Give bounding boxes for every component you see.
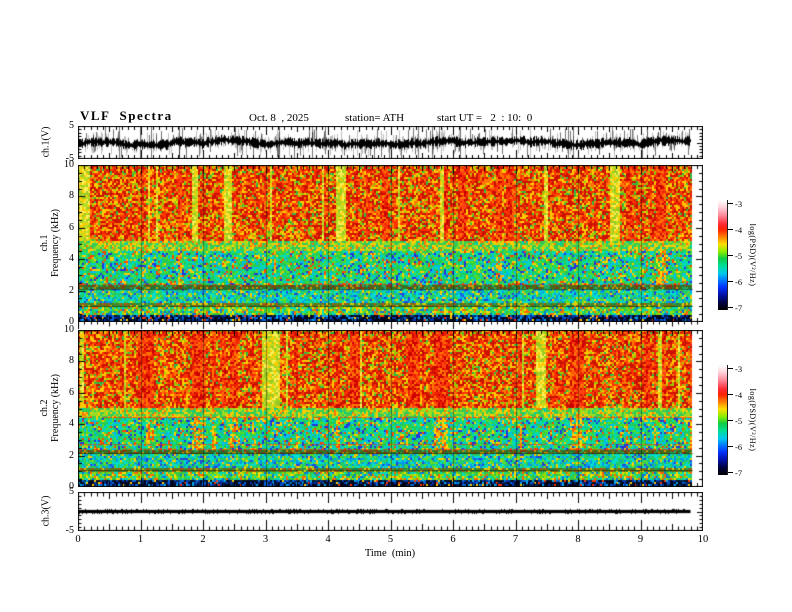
date-label: Oct. 8 , 2025 bbox=[249, 112, 309, 124]
colorbar-tick-mark bbox=[728, 394, 733, 395]
colorbar-tick-label: -5 bbox=[735, 251, 743, 261]
colorbar-tick-label: -4 bbox=[735, 225, 743, 235]
x-tick-label: 8 bbox=[575, 534, 581, 545]
colorbar-tick-mark bbox=[728, 307, 733, 308]
colorbar-tick-label: -4 bbox=[735, 390, 743, 400]
ch1-frequency-axis-label: ch.1 Frequency (kHz) bbox=[39, 209, 61, 277]
y-tick-label: 2 bbox=[69, 449, 74, 461]
x-tick-label: 1 bbox=[137, 534, 144, 545]
colorbar-tick-mark bbox=[728, 472, 733, 473]
colorbar-tick-mark bbox=[728, 203, 733, 204]
ch3-voltage-axis-label: ch.3(V) bbox=[40, 495, 52, 527]
y-tick-label: 10 bbox=[64, 324, 74, 335]
y-tick-label: 8 bbox=[69, 355, 74, 367]
x-tick-label: 10 bbox=[697, 534, 709, 545]
colorbar-tick-mark bbox=[728, 420, 733, 421]
ch2-frequency-axis-label: ch.2 Frequency (kHz) bbox=[39, 374, 61, 442]
start-time-label: start UT = 2 : 10: 0 bbox=[437, 112, 533, 124]
x-tick-label: 2 bbox=[200, 534, 206, 545]
colorbar-tick-mark bbox=[728, 255, 733, 256]
x-tick-label: 9 bbox=[637, 534, 644, 545]
colorbar-tick-mark bbox=[728, 368, 733, 369]
y-tick-label: -5 bbox=[65, 153, 74, 164]
colorbar-tick-mark bbox=[728, 446, 733, 447]
y-tick-label: -5 bbox=[65, 525, 74, 536]
colorbar-tick-label: -3 bbox=[735, 364, 743, 374]
inter-panel-tick-strip bbox=[78, 322, 703, 330]
y-tick-label: 2 bbox=[69, 284, 74, 296]
vlf-spectra-figure: VLF Spectra Oct. 8 , 2025 station= ATH s… bbox=[0, 0, 792, 612]
ch1-axis-label-line2: Frequency (kHz) bbox=[50, 208, 61, 278]
colorbar-ch1 bbox=[718, 200, 728, 310]
station-label: station= ATH bbox=[345, 112, 405, 124]
ch1-spectrogram-canvas bbox=[78, 165, 703, 322]
y-tick-label: 5 bbox=[69, 486, 74, 497]
x-tick-label: 4 bbox=[325, 534, 331, 545]
colorbar-tick-label: -7 bbox=[735, 468, 743, 478]
y-tick-label: 5 bbox=[69, 120, 74, 131]
y-tick-label: 6 bbox=[69, 386, 74, 398]
ch2-spectrogram-canvas bbox=[78, 330, 703, 487]
x-tick-label: 3 bbox=[262, 534, 269, 545]
y-tick-label: 6 bbox=[69, 221, 74, 233]
ch3-waveform-canvas bbox=[78, 492, 703, 531]
x-tick-label: 7 bbox=[512, 534, 519, 545]
ch1-waveform-canvas bbox=[78, 126, 703, 159]
time-axis-label: Time (min) bbox=[364, 548, 416, 559]
colorbar-tick-label: -3 bbox=[735, 199, 743, 209]
colorbar-tick-label: -5 bbox=[735, 416, 743, 426]
ch2-axis-label-line2: Frequency (kHz) bbox=[50, 373, 61, 443]
ch1-voltage-axis-label: ch.1(V) bbox=[40, 126, 52, 158]
colorbar-ch2 bbox=[718, 365, 728, 475]
colorbar-tick-label: -7 bbox=[735, 303, 743, 313]
y-tick-label: 4 bbox=[69, 253, 74, 265]
x-tick-label: 0 bbox=[75, 534, 81, 545]
colorbar-tick-mark bbox=[728, 281, 733, 282]
colorbar-tick-label: -6 bbox=[735, 442, 743, 452]
figure-title: VLF Spectra bbox=[80, 108, 173, 123]
ch2-axis-label-line1: ch.2 bbox=[39, 399, 50, 417]
ch1-axis-label-line1: ch.1 bbox=[39, 234, 50, 252]
y-tick-label: 4 bbox=[69, 418, 74, 430]
x-tick-label: 5 bbox=[387, 534, 394, 545]
colorbar-tick-mark bbox=[728, 229, 733, 230]
colorbar-tick-label: -6 bbox=[735, 277, 743, 287]
x-tick-label: 6 bbox=[450, 534, 456, 545]
y-tick-label: 8 bbox=[69, 190, 74, 202]
